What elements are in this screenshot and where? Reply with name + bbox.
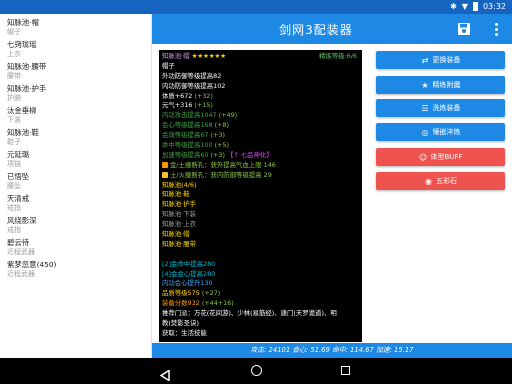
attr-line: 体质+672 (+32): [162, 91, 213, 100]
inlay-temper-button[interactable]: ◎ 镶嵌淬炼: [376, 123, 505, 141]
item-name: 元延璐: [7, 150, 30, 159]
five-color-stone-button[interactable]: ◉ 五彩石: [376, 172, 505, 190]
set-item: 知脉池·鞋: [162, 190, 190, 199]
item-slot: 腰带: [7, 72, 21, 80]
battery-icon: [472, 2, 478, 11]
extra-line: 装备分数932 (+44+16): [162, 299, 234, 308]
wifi-icon: ▼: [461, 2, 468, 11]
reforge-equipment-button[interactable]: ☰ 洗炼装备: [376, 99, 505, 117]
status-bar: ✱ ▼ 03:32: [0, 0, 512, 14]
attr-line: 加速等级提高60 (+3) 【↑ 七品神化】: [162, 150, 273, 159]
item-slot: 上衣: [7, 50, 21, 58]
extra-line: 获取：生活技能: [162, 328, 207, 337]
item-name: 紫梦忽意(450): [7, 260, 57, 269]
app-toolbar: 剑网3配装器: [152, 14, 512, 44]
set-name: 知脉池(4/6): [162, 180, 197, 189]
extra-line: 推荐门派：万花(花间游)、少林(易筋经)、唐门(天罗诡道)、明: [162, 309, 337, 318]
attr-line: 内功攻击提高1047 (+49): [162, 111, 238, 120]
star-icon: ★: [421, 80, 429, 90]
list-item[interactable]: 知脉池·帽 帽子: [7, 16, 151, 38]
attr-line: 内功防御等级提高102: [162, 81, 226, 90]
list-item[interactable]: 已悟坠 腰坠: [7, 170, 151, 192]
item-slot: 近程武器: [7, 248, 35, 256]
more-vert-icon[interactable]: [488, 20, 504, 38]
item-name: 汰金垂柳: [7, 106, 37, 115]
extra-line: 品质等级575 (+27): [162, 289, 221, 298]
equipment-name: 知脉池·帽: [162, 52, 190, 60]
set-item: 知脉池·下装: [162, 210, 196, 219]
list-item[interactable]: 汰金垂柳 下装: [7, 104, 151, 126]
status-time: 03:32: [482, 2, 506, 11]
list-item[interactable]: 风绕影深 戒指: [7, 214, 151, 236]
list-item[interactable]: 知脉池·腰带 腰带: [7, 60, 151, 82]
item-name: 已悟坠: [7, 172, 30, 181]
set-bonus: [2]会命中提高280: [162, 259, 216, 268]
list-item[interactable]: 知脉池·护手 护腕: [7, 82, 151, 104]
list-item[interactable]: 碧云待 近程武器: [7, 236, 151, 258]
list-item[interactable]: 天清戒 戒指: [7, 192, 151, 214]
palette-icon: ◉: [425, 176, 432, 186]
target-icon: ◎: [421, 127, 429, 137]
home-icon[interactable]: [251, 365, 262, 376]
detail-header: 知脉池·帽 ★★★★★★ 精炼等级:6/6: [162, 52, 359, 62]
item-slot: 腰坠: [7, 182, 21, 190]
gem-icon: [162, 171, 168, 178]
item-slot: 项链: [7, 160, 21, 168]
gem-icon: [162, 161, 168, 168]
attr-line: 会心等级提高168 (+8): [162, 121, 230, 130]
set-bonus: [4]会会心提高280: [162, 269, 216, 278]
navigation-bar: [0, 358, 512, 384]
save-icon[interactable]: [457, 21, 471, 35]
attr-line: 土/火撞断孔：获内防御等级提高 29: [162, 171, 359, 181]
attr-line: 金/土撞断孔：获外提高气血上限 146: [162, 161, 359, 171]
item-name: 知脉池·腰带: [7, 62, 47, 71]
refine-enchant-button[interactable]: ★ 精练附魔: [376, 76, 505, 94]
item-name: 知脉池·护手: [7, 84, 47, 93]
switch-icon: ⇄: [421, 55, 429, 65]
tune-icon: ☰: [421, 103, 429, 113]
list-item[interactable]: 七窍珑瑶 上衣: [7, 38, 151, 60]
item-slot: 鞋子: [7, 138, 21, 146]
body-buff-button[interactable]: ☺ 体型BUFF: [376, 148, 505, 166]
item-name: 天清戒: [7, 194, 30, 203]
item-name: 知脉池·鞋: [7, 128, 39, 137]
item-slot: 近程武器: [7, 270, 35, 278]
item-slot: 下装: [7, 116, 21, 124]
refine-level: 精炼等级:6/6: [318, 52, 357, 60]
extra-line: 内功会心提升130: [162, 279, 213, 288]
list-item[interactable]: 元延璐 项链: [7, 148, 151, 170]
list-item[interactable]: 紫梦忽意(450) 近程武器: [7, 258, 151, 280]
item-slot: 护腕: [7, 94, 21, 102]
equipment-stars: ★★★★★★: [191, 52, 227, 60]
attr-line: 会效等级提高67 (+3): [162, 131, 225, 140]
attr-line: 命中等级提高100 (+5): [162, 141, 230, 150]
item-slot: 帽子: [7, 28, 21, 36]
attr-line: 元气+316 (+15): [162, 101, 213, 110]
attr-line: 外功防御等级提高82: [162, 71, 222, 80]
extra-line: 教(焚影圣诀): [162, 319, 199, 328]
item-name: 七窍珑瑶: [7, 40, 37, 49]
bluetooth-icon: ✱: [450, 2, 457, 11]
item-slot: 戒指: [7, 226, 21, 234]
change-equipment-button[interactable]: ⇄ 更换装备: [376, 51, 505, 69]
item-name: 知脉池·帽: [7, 18, 39, 27]
item-name: 风绕影深: [7, 216, 37, 225]
app-title: 剑网3配装器: [279, 23, 353, 37]
list-item[interactable]: 知脉池·鞋 鞋子: [7, 126, 151, 148]
set-item: 知脉池·腰带: [162, 239, 196, 248]
stats-bar: 攻击: 24101 会心: 51.69 命中: 114.67 加速: 15.17: [152, 343, 512, 358]
set-item: 知脉池·上衣: [162, 220, 196, 229]
back-icon[interactable]: [159, 366, 170, 385]
set-item: 知脉池·帽: [162, 230, 190, 239]
equipment-slot: 帽子: [162, 61, 175, 70]
person-icon: ☺: [418, 152, 428, 162]
set-item: 知脉池·护手: [162, 200, 196, 209]
recent-apps-icon[interactable]: [341, 366, 350, 375]
equipment-list: 知脉池·帽 帽子 七窍珑瑶 上衣 知脉池·腰带 腰带 知脉池·护手 护腕 汰金垂…: [0, 14, 152, 362]
equipment-detail-panel: 知脉池·帽 ★★★★★★ 精炼等级:6/6 帽子 外功防御等级提高82 内功防御…: [159, 50, 362, 342]
item-name: 碧云待: [7, 238, 30, 247]
item-slot: 戒指: [7, 204, 21, 212]
